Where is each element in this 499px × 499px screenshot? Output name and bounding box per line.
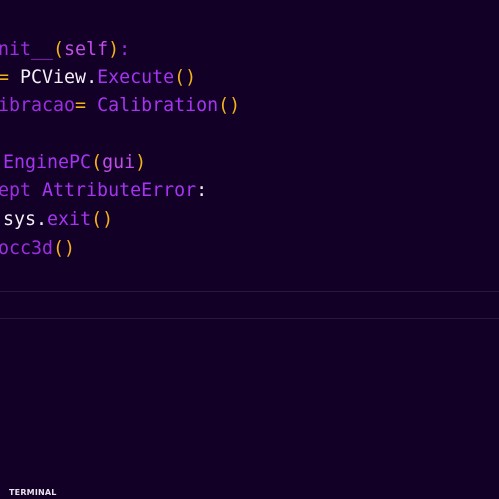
code-token: () xyxy=(53,238,76,259)
code-token: () xyxy=(174,67,197,88)
code-token: PCView xyxy=(20,67,87,88)
tab-terminal[interactable]: TERMINAL xyxy=(9,488,57,498)
code-token: Execute xyxy=(97,67,175,88)
code-token: ( xyxy=(91,152,103,173)
code-token: ) xyxy=(135,152,147,173)
code-token: EnginePC xyxy=(0,152,92,173)
terminal-panel[interactable] xyxy=(0,319,499,499)
code-token: AttributeError xyxy=(42,180,197,201)
code-token: . xyxy=(86,67,98,88)
code-token: . xyxy=(36,209,48,230)
code-token: ept xyxy=(0,180,43,201)
code-token: ibracao xyxy=(0,95,76,116)
code-editor[interactable]: nit__(self): = PCView.Execute() ibracao=… xyxy=(0,0,499,290)
code-token: sys xyxy=(3,209,37,230)
code-line[interactable]: sys.exit() xyxy=(0,206,113,234)
code-token: : xyxy=(196,180,208,201)
code-token: = xyxy=(0,67,21,88)
code-token: exit xyxy=(47,209,92,230)
code-token: = xyxy=(75,95,98,116)
code-token: : xyxy=(119,39,131,60)
code-token: nit__ xyxy=(0,39,54,60)
code-line[interactable]: EnginePC(gui) xyxy=(0,149,146,177)
code-token: ) xyxy=(108,39,120,60)
code-line[interactable]: nit__(self): xyxy=(0,36,130,64)
code-token: occ3d xyxy=(0,238,54,259)
code-line[interactable]: = PCView.Execute() xyxy=(0,64,196,92)
code-token: gui xyxy=(102,152,136,173)
code-line[interactable]: ept AttributeError: xyxy=(0,177,207,205)
vscode-window: nit__(self): = PCView.Execute() ibracao=… xyxy=(0,0,499,499)
code-line[interactable]: ibracao= Calibration() xyxy=(0,92,240,120)
code-token: self xyxy=(64,39,109,60)
editor-divider xyxy=(0,291,499,292)
code-token: Calibration xyxy=(97,95,219,116)
code-token: () xyxy=(91,209,114,230)
code-token: () xyxy=(218,95,241,116)
code-token: ( xyxy=(53,39,65,60)
code-line[interactable]: occ3d() xyxy=(0,235,75,263)
